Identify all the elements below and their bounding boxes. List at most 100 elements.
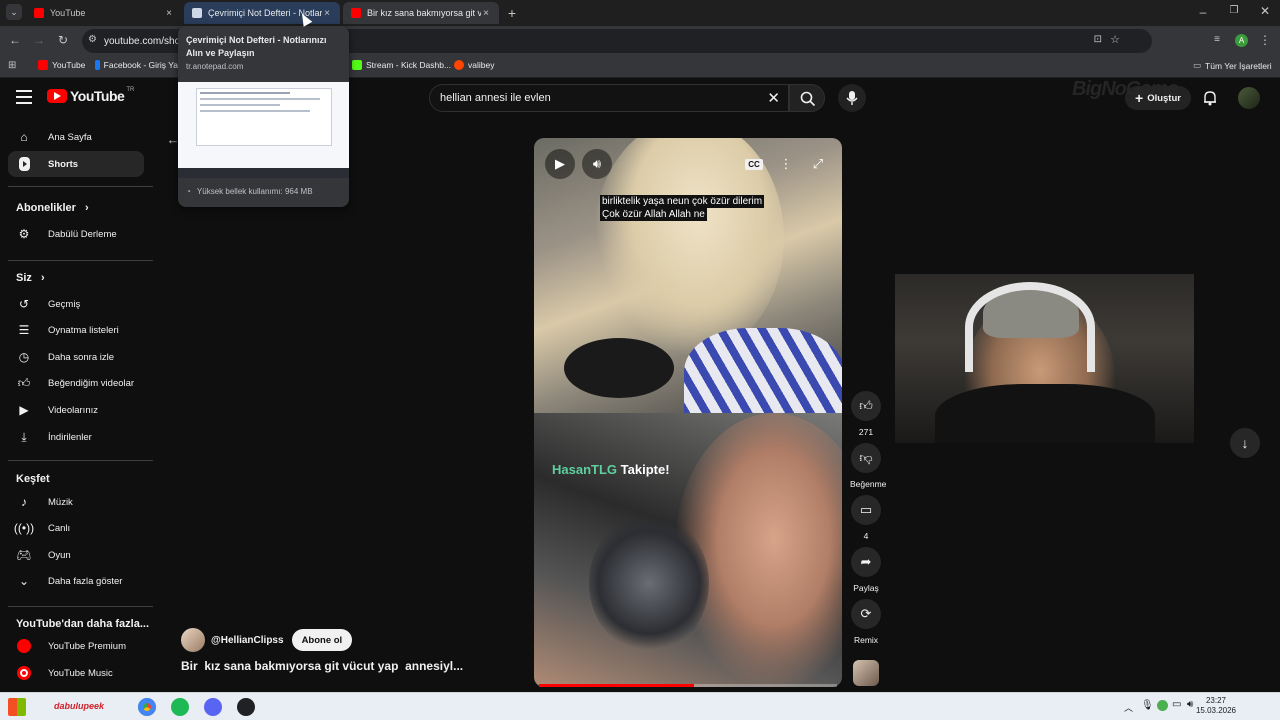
taskbar-clock[interactable]: 23:27 15.03.2026 (1196, 696, 1236, 716)
volume-button[interactable]: 🔊︎ (582, 149, 612, 179)
forward-icon[interactable]: → (32, 33, 46, 47)
tray-chevron-icon[interactable]: ︿ (1124, 701, 1133, 714)
next-video-button[interactable]: ↓ (1230, 428, 1260, 458)
tab-youtube[interactable]: YouTube × (26, 2, 182, 24)
sound-thumbnail[interactable] (853, 660, 879, 686)
voice-search-button[interactable] (838, 84, 866, 112)
guide-sidebar: ⌂ Ana Sayfa Shorts Abonelikler › ⚙ Dabül… (0, 118, 160, 692)
remix-action[interactable]: ⟳ Remix (850, 599, 882, 645)
tray-mic-icon[interactable]: 🎙︎ (1141, 700, 1154, 711)
profile-avatar[interactable]: A (1235, 34, 1248, 47)
bookmark-facebook[interactable]: Facebook - Giriş Ya (95, 60, 178, 70)
thumbs-up-icon[interactable]: 👍︎ (851, 391, 881, 421)
remix-icon[interactable]: ⟳ (851, 599, 881, 629)
sidebar-item-gaming[interactable]: 🎮︎ Oyun (8, 542, 144, 568)
sidebar-item-youtube-music[interactable]: YouTube Music (8, 660, 144, 686)
channel-name[interactable]: @HellianClipss (211, 635, 284, 646)
site-info-icon[interactable]: ⚙ (88, 34, 97, 45)
clear-search-icon[interactable]: ✕ (767, 89, 780, 107)
sidebar-item-playlists[interactable]: ☰ Oynatma listeleri (8, 317, 144, 343)
dislike-action[interactable]: 👎︎ Beğenme (850, 443, 886, 489)
share-icon[interactable]: ➦ (851, 547, 881, 577)
new-tab-icon[interactable]: + (505, 5, 519, 21)
guide-menu-icon[interactable] (16, 90, 32, 104)
tab-current-short[interactable]: Bir kız sana bakmıyorsa git vücu × (343, 2, 499, 24)
install-app-icon[interactable]: ⊡ (1094, 34, 1102, 45)
like-action[interactable]: 👍︎ 271 (850, 391, 882, 437)
tab-search-icon[interactable]: ⌄ (6, 4, 22, 20)
sidebar-item-label: YouTube Premium (48, 640, 126, 652)
youtube-logo[interactable]: YouTube TR (47, 87, 134, 104)
folder-icon: ▭ (1193, 60, 1202, 70)
tab-close-icon[interactable]: × (164, 8, 174, 19)
share-action[interactable]: ➦ Paylaş (850, 547, 882, 593)
search-input[interactable]: hellian annesi ile evlen ✕ (429, 84, 789, 112)
sidebar-item-live[interactable]: ((•)) Canlı (8, 515, 144, 541)
spotify-icon[interactable] (171, 698, 189, 716)
video-progress-bar[interactable] (539, 684, 837, 687)
hover-card-preview (178, 82, 349, 178)
sidebar-item-dabulu-derleme[interactable]: ⚙ Dabülü Derleme (8, 221, 144, 247)
play-button[interactable]: ▶ (545, 149, 575, 179)
back-icon[interactable]: ← (8, 33, 22, 47)
close-window-icon[interactable]: ✕ (1258, 4, 1272, 18)
extensions-icon[interactable]: ≡ (1210, 34, 1224, 45)
chevron-right-icon: › (84, 202, 89, 214)
apps-grid-icon[interactable]: ⊞ (8, 60, 16, 71)
windows-taskbar: dabulupeek ︿ 🎙︎ ▭ 🔊︎ 23:27 15.03.2026 (0, 692, 1280, 720)
thumbs-up-icon: 👍︎ (17, 375, 31, 390)
bookmark-valibey[interactable]: valibey (454, 60, 494, 70)
discord-icon[interactable] (204, 698, 222, 716)
tray-network-icon[interactable]: ▭ (1172, 699, 1181, 710)
sidebar-item-downloads[interactable]: ⤓ İndirilenler (8, 424, 144, 450)
bookmark-youtube[interactable]: YouTube (38, 60, 85, 70)
minimize-icon[interactable]: – (1196, 5, 1210, 19)
sidebar-item-show-more[interactable]: ⌄ Daha fazla göster (8, 568, 144, 594)
search-button[interactable] (789, 84, 825, 112)
record-app-icon[interactable] (237, 698, 255, 716)
comment-icon[interactable]: ▭ (851, 495, 881, 525)
all-bookmarks[interactable]: ▭ Tüm Yer İşaretleri (1193, 60, 1272, 71)
sidebar-item-home[interactable]: ⌂ Ana Sayfa (8, 124, 144, 150)
more-options-button[interactable]: ⋮ (771, 149, 801, 179)
thumbs-down-icon[interactable]: 👎︎ (851, 443, 881, 473)
start-icon[interactable] (8, 698, 26, 716)
sidebar-item-shorts[interactable]: Shorts (8, 151, 144, 177)
sidebar-item-music[interactable]: ♪ Müzik (8, 489, 144, 515)
youtube-favicon-icon (38, 60, 48, 70)
notifications-bell-icon[interactable] (1202, 90, 1218, 106)
bookmark-kick[interactable]: Stream - Kick Dashb... (352, 60, 451, 70)
follow-username: HasanTLG (552, 462, 618, 477)
tab-close-icon[interactable]: × (481, 8, 491, 19)
video-progress-fill (539, 684, 694, 687)
video-headphones (589, 513, 709, 653)
subscribe-button[interactable]: Abone ol (291, 629, 353, 651)
menu-kebab-icon[interactable]: ⋮ (1259, 33, 1271, 47)
sidebar-item-watch-later[interactable]: ◷ Daha sonra izle (8, 344, 144, 370)
subscribe-label: Abone ol (301, 634, 343, 646)
captions-button[interactable]: CC (739, 149, 769, 179)
chrome-icon[interactable] (138, 698, 156, 716)
bookmark-star-icon[interactable]: ☆ (1110, 33, 1120, 46)
tray-app-icon[interactable] (1157, 700, 1168, 711)
sidebar-item-youtube-premium[interactable]: YouTube Premium (8, 633, 144, 659)
tab-anotepad[interactable]: Çevrimiçi Not Defteri - Notları × (184, 2, 340, 24)
create-button[interactable]: + Oluştur (1125, 86, 1191, 110)
you-header[interactable]: Siz › (16, 272, 45, 284)
comments-action[interactable]: ▭ 4 (850, 495, 882, 541)
tray-volume-icon[interactable]: 🔊︎ (1187, 699, 1193, 710)
channel-avatar[interactable] (181, 628, 205, 652)
sidebar-item-your-videos[interactable]: ▶ Videolarınız (8, 397, 144, 423)
reload-icon[interactable]: ↻ (56, 33, 70, 47)
pinned-app-label[interactable]: dabulupeek (54, 701, 104, 711)
tab-close-icon[interactable]: × (322, 8, 332, 19)
subscriptions-header[interactable]: Abonelikler › (16, 202, 89, 214)
reddit-favicon-icon (454, 60, 464, 70)
youtube-favicon-icon (351, 8, 361, 18)
fullscreen-button[interactable]: ⤢ (803, 149, 833, 179)
sidebar-item-liked-videos[interactable]: 👍︎ Beğendiğim videolar (8, 370, 144, 396)
account-avatar[interactable] (1238, 87, 1260, 109)
restore-icon[interactable]: ❐ (1227, 5, 1241, 16)
sidebar-item-history[interactable]: ↺ Geçmiş (8, 291, 144, 317)
short-title[interactable]: Bir kız sana bakmıyorsa git vücut yap an… (181, 659, 463, 673)
